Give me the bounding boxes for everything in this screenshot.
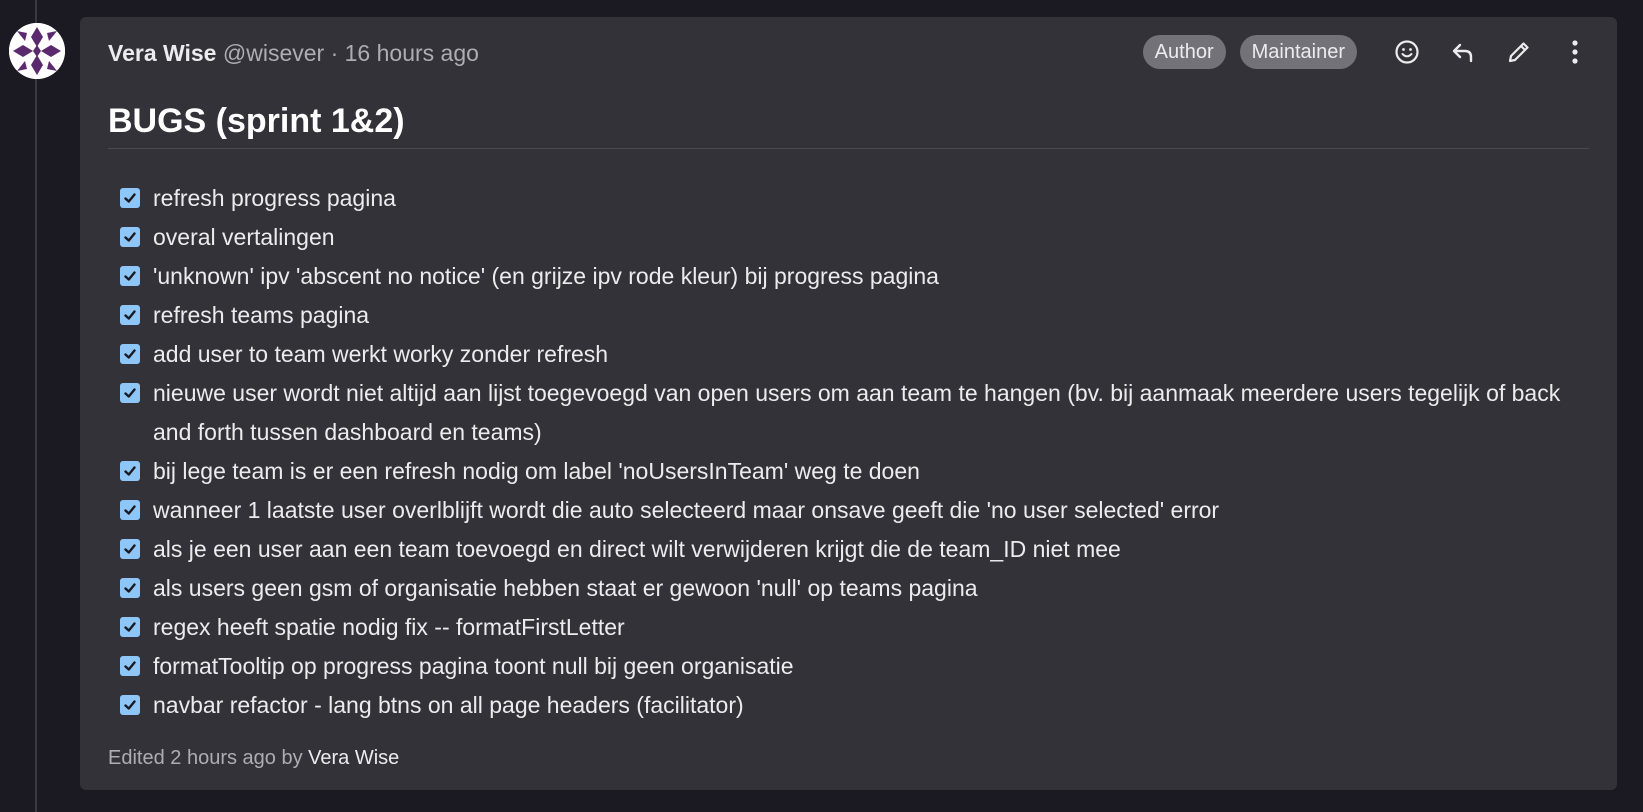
task-item: als users geen gsm of organisatie hebben…: [120, 569, 1580, 608]
task-checkbox[interactable]: [120, 578, 140, 598]
task-text: add user to team werkt worky zonder refr…: [153, 341, 609, 367]
task-text: refresh progress pagina: [153, 185, 396, 211]
task-item: navbar refactor - lang btns on all page …: [120, 686, 1580, 725]
task-checkbox[interactable]: [120, 305, 140, 325]
vertical-ellipsis-icon: [1572, 40, 1578, 64]
task-checkbox[interactable]: [120, 461, 140, 481]
task-text: nieuwe user wordt niet altijd aan lijst …: [153, 380, 1561, 445]
task-item: wanneer 1 laatste user overlblijft wordt…: [120, 491, 1580, 530]
task-checkbox[interactable]: [120, 266, 140, 286]
note-actions: Author Maintainer: [1142, 32, 1595, 72]
task-checkbox[interactable]: [120, 695, 140, 715]
note-timestamp[interactable]: 16 hours ago: [345, 40, 479, 66]
smiley-icon: [1395, 40, 1419, 64]
checkmark-icon: [124, 505, 136, 515]
edit-button[interactable]: [1499, 32, 1539, 72]
title-divider: [108, 148, 1589, 149]
task-checkbox[interactable]: [120, 188, 140, 208]
checkmark-icon: [124, 310, 136, 320]
task-checkbox[interactable]: [120, 656, 140, 676]
checkmark-icon: [124, 622, 136, 632]
checkmark-icon: [124, 193, 136, 203]
reply-arrow-icon: [1452, 43, 1473, 63]
checkmark-icon: [124, 466, 136, 476]
maintainer-badge: Maintainer: [1239, 35, 1357, 69]
task-text: 'unknown' ipv 'abscent no notice' (en gr…: [153, 263, 939, 289]
edited-info: Edited 2 hours ago by Vera Wise: [108, 745, 399, 771]
task-text: als users geen gsm of organisatie hebben…: [153, 575, 978, 601]
author-badge: Author: [1142, 35, 1226, 69]
comment-note: Vera Wise @wisever · 16 hours ago Author…: [80, 17, 1617, 790]
note-header: Vera Wise @wisever · 16 hours ago: [108, 38, 479, 68]
task-item: bij lege team is er een refresh nodig om…: [120, 452, 1580, 491]
checkmark-icon: [124, 232, 136, 242]
checkmark-icon: [124, 700, 136, 710]
task-checkbox[interactable]: [120, 227, 140, 247]
task-text: navbar refactor - lang btns on all page …: [153, 692, 744, 718]
checkmark-icon: [124, 271, 136, 281]
task-item: als je een user aan een team toevoegd en…: [120, 530, 1580, 569]
task-text: als je een user aan een team toevoegd en…: [153, 536, 1121, 562]
note-title: BUGS (sprint 1&2): [108, 102, 405, 140]
task-text: wanneer 1 laatste user overlblijft wordt…: [153, 497, 1220, 523]
checkmark-icon: [124, 583, 136, 593]
task-item: 'unknown' ipv 'abscent no notice' (en gr…: [120, 257, 1580, 296]
task-checkbox[interactable]: [120, 539, 140, 559]
add-reaction-button[interactable]: [1387, 32, 1427, 72]
task-text: overal vertalingen: [153, 224, 335, 250]
avatar-pattern-icon: [9, 23, 65, 79]
task-text: regex heeft spatie nodig fix -- formatFi…: [153, 614, 625, 640]
task-text: refresh teams pagina: [153, 302, 370, 328]
task-item: nieuwe user wordt niet altijd aan lijst …: [120, 374, 1580, 452]
editor-link[interactable]: Vera Wise: [308, 747, 399, 769]
task-item: formatTooltip op progress pagina toont n…: [120, 647, 1580, 686]
checkmark-icon: [124, 544, 136, 554]
task-list: refresh progress pagina overal vertaling…: [120, 179, 1580, 725]
pencil-icon: [1508, 42, 1529, 63]
author-handle[interactable]: @wisever: [223, 40, 324, 66]
task-item: overal vertalingen: [120, 218, 1580, 257]
checkmark-icon: [124, 388, 136, 398]
more-actions-button[interactable]: [1555, 32, 1595, 72]
task-text: bij lege team is er een refresh nodig om…: [153, 458, 920, 484]
timeline-line: [35, 0, 37, 812]
task-item: regex heeft spatie nodig fix -- formatFi…: [120, 608, 1580, 647]
task-item: add user to team werkt worky zonder refr…: [120, 335, 1580, 374]
task-item: refresh progress pagina: [120, 179, 1580, 218]
avatar[interactable]: [9, 23, 65, 79]
task-checkbox[interactable]: [120, 500, 140, 520]
edited-prefix: Edited 2 hours ago by: [108, 747, 303, 769]
checkmark-icon: [124, 349, 136, 359]
task-checkbox[interactable]: [120, 617, 140, 637]
checkmark-icon: [124, 661, 136, 671]
task-text: formatTooltip op progress pagina toont n…: [153, 653, 794, 679]
author-name[interactable]: Vera Wise: [108, 40, 216, 66]
task-checkbox[interactable]: [120, 344, 140, 364]
task-item: refresh teams pagina: [120, 296, 1580, 335]
reply-button[interactable]: [1443, 32, 1483, 72]
header-separator: ·: [330, 40, 339, 66]
task-checkbox[interactable]: [120, 383, 140, 403]
